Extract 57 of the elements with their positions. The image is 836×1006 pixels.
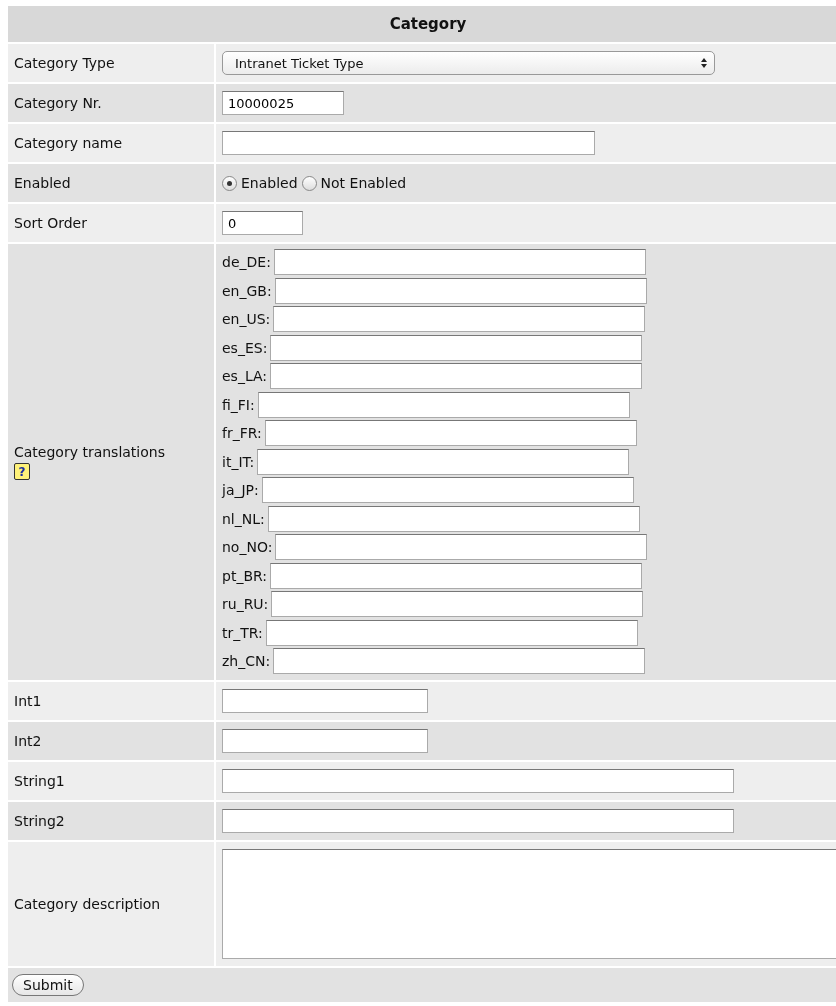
field-label: Category Nr. [14, 95, 102, 111]
language-label: es_LA: [222, 368, 268, 385]
translation-field[interactable] [273, 306, 646, 333]
translation-field[interactable] [261, 477, 634, 504]
translation-field[interactable] [270, 363, 643, 390]
text-field[interactable]: 0 [222, 211, 303, 235]
field-label: Category translations [14, 443, 165, 460]
field-label: Category Type [14, 55, 115, 71]
field-label: Category description [14, 895, 161, 912]
field-label: Enabled [14, 175, 71, 191]
language-label: tr_TR: [222, 624, 263, 641]
language-label: fr_FR: [222, 425, 262, 442]
text-field[interactable] [222, 728, 428, 753]
language-label: nl_NL: [222, 510, 265, 527]
radio-button[interactable] [301, 175, 317, 191]
language-label: es_ES: [222, 339, 268, 356]
translation-field[interactable] [270, 334, 643, 361]
field-label: Int1 [14, 692, 42, 709]
translation-field[interactable] [267, 505, 640, 532]
up-down-arrows-icon [700, 57, 708, 69]
translation-field[interactable] [270, 562, 642, 589]
radio-label: Not Enabled [320, 175, 407, 191]
language-label: ru_RU: [222, 596, 269, 613]
language-label: de_DE: [222, 254, 271, 271]
language-label: it_IT: [222, 453, 255, 470]
language-label: en_US: [222, 311, 271, 328]
field-label: Int2 [14, 732, 42, 749]
field-label: String1 [14, 772, 65, 789]
language-label: fi_FI: [222, 396, 255, 413]
text-field[interactable] [222, 131, 595, 155]
language-label: pt_BR: [222, 567, 267, 584]
field-label: Category name [14, 135, 123, 151]
form-title: Category [8, 6, 836, 42]
radio-label: Enabled [241, 175, 298, 191]
text-field[interactable] [222, 688, 428, 713]
help-icon[interactable]: ? [14, 462, 30, 480]
language-label: ja_JP: [222, 482, 259, 499]
text-field[interactable] [222, 768, 734, 793]
translation-field[interactable] [275, 534, 648, 561]
language-label: no_NO: [222, 539, 273, 556]
radio-button[interactable] [222, 175, 237, 191]
submit-button[interactable]: Submit [12, 973, 84, 996]
translation-field[interactable] [257, 391, 630, 418]
translation-field[interactable] [257, 448, 630, 475]
language-label: en_GB: [222, 282, 272, 299]
translation-field[interactable] [273, 648, 646, 675]
translation-field[interactable] [265, 619, 638, 646]
field-label: String2 [14, 812, 65, 829]
category-type-dropdown[interactable]: Intranet Ticket Type [222, 51, 715, 75]
translation-field[interactable] [274, 277, 647, 304]
text-field[interactable] [222, 808, 734, 833]
field-label: Sort Order [14, 215, 87, 231]
translation-field[interactable] [264, 420, 637, 447]
translation-field[interactable] [271, 591, 644, 618]
translation-field[interactable] [273, 249, 646, 276]
language-label: zh_CN: [222, 653, 271, 670]
text-field[interactable]: 10000025 [222, 91, 344, 115]
